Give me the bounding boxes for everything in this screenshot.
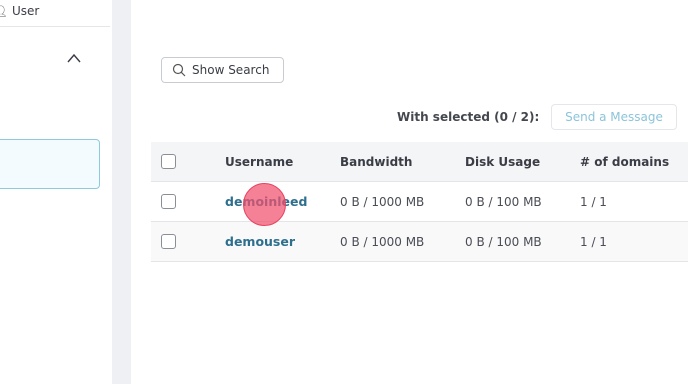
show-search-label: Show Search bbox=[192, 63, 270, 77]
table-row: demoinleed 0 B / 1000 MB 0 B / 100 MB 1 … bbox=[151, 182, 688, 222]
select-all-checkbox[interactable] bbox=[161, 154, 176, 169]
bandwidth-value: 0 B / 1000 MB bbox=[340, 234, 425, 249]
table-header-row: Username Bandwidth Disk Usage # of domai… bbox=[151, 142, 688, 182]
send-message-button[interactable]: Send a Message bbox=[551, 104, 677, 130]
user-label: User bbox=[11, 4, 40, 18]
disk-usage-value: 0 B / 100 MB bbox=[465, 194, 542, 209]
user-icon: 👤︎ bbox=[0, 4, 8, 18]
main-content: Show Search With selected (0 / 2): Send … bbox=[131, 0, 688, 384]
header-username[interactable]: Username bbox=[225, 155, 293, 169]
send-message-label: Send a Message bbox=[565, 110, 663, 124]
username-link[interactable]: demouser bbox=[225, 234, 295, 249]
show-search-button[interactable]: Show Search bbox=[161, 57, 284, 83]
row-checkbox[interactable] bbox=[161, 234, 176, 249]
search-icon bbox=[172, 63, 186, 77]
disk-usage-value: 0 B / 100 MB bbox=[465, 234, 542, 249]
domains-value: 1 / 1 bbox=[580, 194, 607, 209]
user-menu[interactable]: 👤︎ User bbox=[0, 4, 39, 18]
username-link[interactable]: demoinleed bbox=[225, 194, 307, 209]
sidebar-divider bbox=[0, 26, 110, 27]
header-disk-usage[interactable]: Disk Usage bbox=[465, 155, 540, 169]
with-selected-label: With selected (0 / 2): bbox=[397, 110, 540, 124]
bandwidth-value: 0 B / 1000 MB bbox=[340, 194, 425, 209]
sidebar: 👤︎ User bbox=[0, 0, 112, 384]
table-row: demouser 0 B / 1000 MB 0 B / 100 MB 1 / … bbox=[151, 222, 688, 262]
layout-gutter bbox=[112, 0, 131, 384]
chevron-up-icon[interactable] bbox=[66, 52, 82, 64]
users-table: Username Bandwidth Disk Usage # of domai… bbox=[151, 142, 688, 262]
row-checkbox[interactable] bbox=[161, 194, 176, 209]
header-bandwidth[interactable]: Bandwidth bbox=[340, 155, 412, 169]
sidebar-selected-item[interactable] bbox=[0, 139, 100, 189]
domains-value: 1 / 1 bbox=[580, 234, 607, 249]
header-domains[interactable]: # of domains bbox=[580, 155, 669, 169]
